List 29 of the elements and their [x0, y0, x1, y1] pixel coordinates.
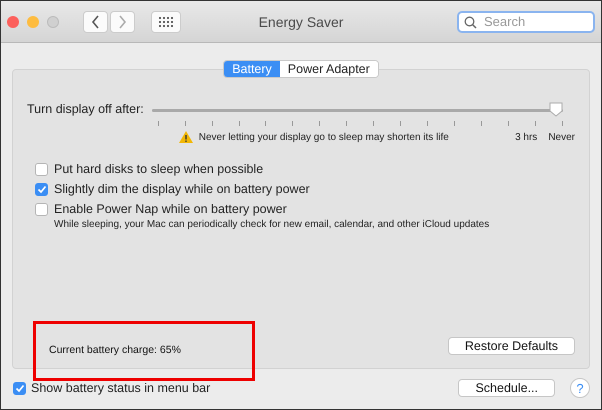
checkbox[interactable]	[13, 382, 26, 394]
option-label: Enable Power Nap while on battery power	[54, 202, 287, 216]
grid-icon	[158, 16, 174, 28]
option-label: Show battery status in menu bar	[31, 381, 210, 395]
checkbox[interactable]	[35, 162, 48, 176]
window-title: Energy Saver	[258, 14, 344, 30]
option-label: Put hard disks to sleep when possible	[54, 162, 264, 176]
slider-label: Turn display off after:	[27, 102, 144, 118]
slider-thumb[interactable]	[549, 102, 563, 117]
checkbox[interactable]	[35, 202, 48, 216]
schedule-button[interactable]: Schedule...	[458, 379, 555, 397]
close-button[interactable]	[7, 16, 19, 28]
back-icon	[91, 14, 100, 28]
warning-text: Never letting your display go to sleep may shorten its life	[198, 132, 449, 142]
warning-icon	[178, 130, 194, 144]
show-all-button[interactable]	[151, 10, 181, 32]
option-label: Slightly dim the display while on battery power	[54, 182, 310, 196]
search-icon	[464, 16, 477, 28]
forward-icon	[118, 14, 127, 28]
slider-track[interactable]	[152, 102, 563, 118]
battery-charge-text: Current battery charge: 65%	[49, 344, 181, 356]
restore-defaults-button[interactable]: Restore Defaults	[448, 337, 575, 355]
option-note: While sleeping, your Mac can periodically check for new email, calendar, and other iCloud updates	[54, 219, 490, 230]
tick-label: 3 hrs	[515, 132, 538, 142]
back-button[interactable]	[83, 10, 108, 32]
search-field[interactable]: Search	[457, 10, 595, 32]
checkbox[interactable]	[35, 182, 48, 196]
tick-label: Never	[548, 132, 575, 142]
minimize-button[interactable]	[27, 16, 39, 28]
